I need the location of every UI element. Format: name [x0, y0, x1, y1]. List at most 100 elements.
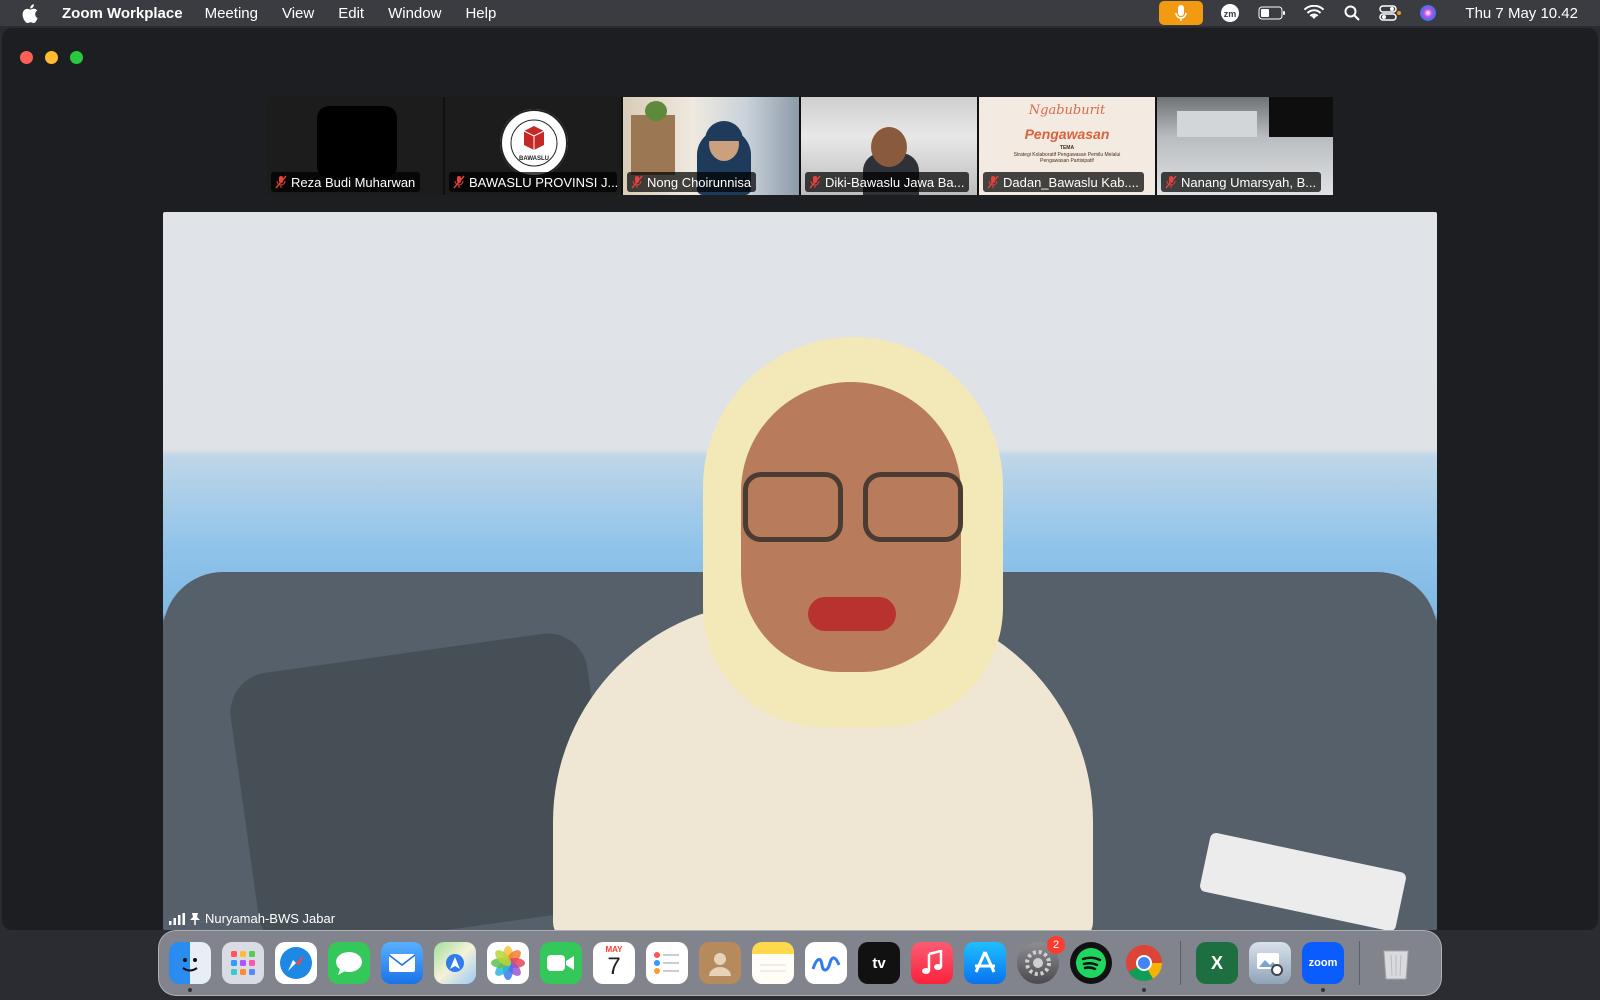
active-speaker-video[interactable]: Nuryamah-BWS Jabar	[163, 212, 1437, 930]
mic-muted-icon	[275, 175, 287, 189]
mic-muted-icon	[631, 175, 643, 189]
control-center-icon[interactable]	[1379, 2, 1402, 24]
video-background-shelf	[631, 115, 675, 175]
mail-icon[interactable]	[381, 942, 423, 984]
video-background-plant	[645, 101, 667, 121]
tv-label: tv	[872, 954, 886, 972]
menu-app-name[interactable]: Zoom Workplace	[62, 5, 183, 22]
mic-in-use-icon[interactable]	[1159, 1, 1204, 25]
apple-tv-icon[interactable]: tv	[858, 942, 900, 984]
zoom-app-icon[interactable]: zoom	[1302, 942, 1344, 992]
preview-icon[interactable]	[1249, 942, 1291, 984]
signal-strength-icon	[169, 912, 185, 925]
mic-muted-icon	[987, 175, 999, 189]
participant-name: Reza Budi Muharwan	[291, 174, 416, 190]
close-window-button[interactable]	[20, 51, 33, 64]
excel-label: X	[1210, 952, 1223, 973]
active-speaker-label: Nuryamah-BWS Jabar	[169, 911, 335, 926]
spotlight-search-icon[interactable]	[1341, 2, 1363, 24]
speaker-glasses-right	[863, 472, 963, 542]
running-indicator	[1142, 988, 1146, 992]
minimize-window-button[interactable]	[45, 51, 58, 64]
excel-icon[interactable]: X	[1196, 942, 1238, 984]
maps-icon[interactable]	[434, 942, 476, 984]
menu-edit[interactable]: Edit	[338, 5, 364, 22]
trash-icon[interactable]	[1375, 942, 1417, 984]
participant-name-tag: BAWASLU PROVINSI J...	[449, 172, 619, 192]
calendar-day: 7	[607, 953, 621, 980]
slide-title: Pengawasan	[1024, 126, 1110, 142]
facetime-icon[interactable]	[540, 942, 582, 984]
slide-label: TEMA	[1059, 145, 1075, 151]
participant-name: Dadan_Bawaslu Kab....	[1003, 174, 1139, 190]
finder-icon[interactable]	[169, 942, 211, 992]
safari-icon[interactable]	[275, 942, 317, 984]
siri-icon[interactable]	[1417, 2, 1439, 24]
svg-text:zm: zm	[1224, 9, 1237, 19]
participant-tile[interactable]: Nanang Umarsyah, B...	[1157, 97, 1333, 195]
launchpad-icon[interactable]	[222, 942, 264, 984]
system-settings-icon[interactable]: 2	[1017, 936, 1065, 984]
running-indicator	[188, 988, 192, 992]
menu-view[interactable]: View	[282, 5, 314, 22]
battery-icon[interactable]	[1257, 2, 1287, 24]
participant-tile[interactable]: Reza Budi Muharwan	[267, 97, 443, 195]
macos-dock: MAY 7 tv 2 X zoom	[158, 930, 1442, 996]
freeform-icon[interactable]	[805, 942, 847, 984]
participant-tile[interactable]: Ngabuburit Pengawasan TEMA Strategi Kola…	[979, 97, 1155, 195]
running-indicator	[1321, 988, 1325, 992]
participant-thumbnail-strip: Reza Budi Muharwan BAWASLU BAWASLU PROVI…	[267, 97, 1333, 195]
participant-name-tag: Dadan_Bawaslu Kab....	[983, 172, 1144, 192]
menu-help[interactable]: Help	[465, 5, 496, 22]
participant-name-tag: Nong Choirunnisa	[627, 172, 757, 192]
participant-name: Nanang Umarsyah, B...	[1181, 174, 1317, 190]
participant-name-tag: Reza Budi Muharwan	[271, 172, 421, 192]
participant-name: BAWASLU PROVINSI J...	[469, 174, 619, 190]
dock-separator	[1359, 941, 1360, 985]
video-background-dark-panel	[1269, 97, 1333, 137]
photos-icon[interactable]	[487, 942, 529, 984]
mic-muted-icon	[809, 175, 821, 189]
participant-name: Nong Choirunnisa	[647, 174, 752, 190]
app-store-icon[interactable]	[964, 942, 1006, 984]
reminders-icon[interactable]	[646, 942, 688, 984]
avatar	[317, 106, 397, 178]
participant-tile[interactable]: Nong Choirunnisa	[623, 97, 799, 195]
slide-subtitle: Strategi Kolaboratif Pengawasan Pemilu M…	[1013, 152, 1121, 164]
menu-bar: Zoom Workplace Meeting View Edit Window …	[0, 0, 1600, 26]
music-icon[interactable]	[911, 942, 953, 984]
pin-icon	[190, 912, 200, 925]
mic-muted-icon	[453, 175, 465, 189]
participant-tile[interactable]: Diki-Bawaslu Jawa Ba...	[801, 97, 977, 195]
slide-script-text: Ngabuburit	[1028, 103, 1106, 118]
speaker-glasses-left	[743, 472, 843, 542]
chrome-icon[interactable]	[1123, 942, 1165, 992]
participant-name-tag: Diki-Bawaslu Jawa Ba...	[805, 172, 970, 192]
zoom-status-icon[interactable]: zm	[1219, 2, 1241, 24]
svg-text:BAWASLU: BAWASLU	[519, 156, 549, 162]
window-controls	[20, 51, 83, 64]
notes-icon[interactable]	[752, 942, 794, 984]
active-speaker-name: Nuryamah-BWS Jabar	[205, 911, 336, 926]
fullscreen-window-button[interactable]	[70, 51, 83, 64]
contacts-icon[interactable]	[699, 942, 741, 984]
speaker-lips	[808, 597, 896, 631]
calendar-icon[interactable]: MAY 7	[593, 942, 635, 984]
participant-video-hijab	[705, 121, 743, 141]
spotify-icon[interactable]	[1070, 942, 1112, 984]
menu-meeting[interactable]: Meeting	[205, 5, 258, 22]
video-background-window	[1177, 111, 1257, 137]
zoom-meeting-window: Reza Budi Muharwan BAWASLU BAWASLU PROVI…	[2, 28, 1598, 930]
menu-clock[interactable]: Thu 7 May 10.42	[1465, 5, 1578, 22]
participant-name-tag: Nanang Umarsyah, B...	[1161, 172, 1322, 192]
participant-video-face	[871, 127, 907, 167]
mic-muted-icon	[1165, 175, 1177, 189]
participant-tile[interactable]: BAWASLU BAWASLU PROVINSI J...	[445, 97, 621, 195]
dock-separator	[1180, 941, 1181, 985]
messages-icon[interactable]	[328, 942, 370, 984]
bawaslu-logo: BAWASLU	[495, 107, 573, 179]
wifi-icon[interactable]	[1303, 2, 1325, 24]
apple-icon[interactable]	[20, 3, 40, 23]
menu-window[interactable]: Window	[388, 5, 441, 22]
notification-badge: 2	[1047, 936, 1065, 954]
